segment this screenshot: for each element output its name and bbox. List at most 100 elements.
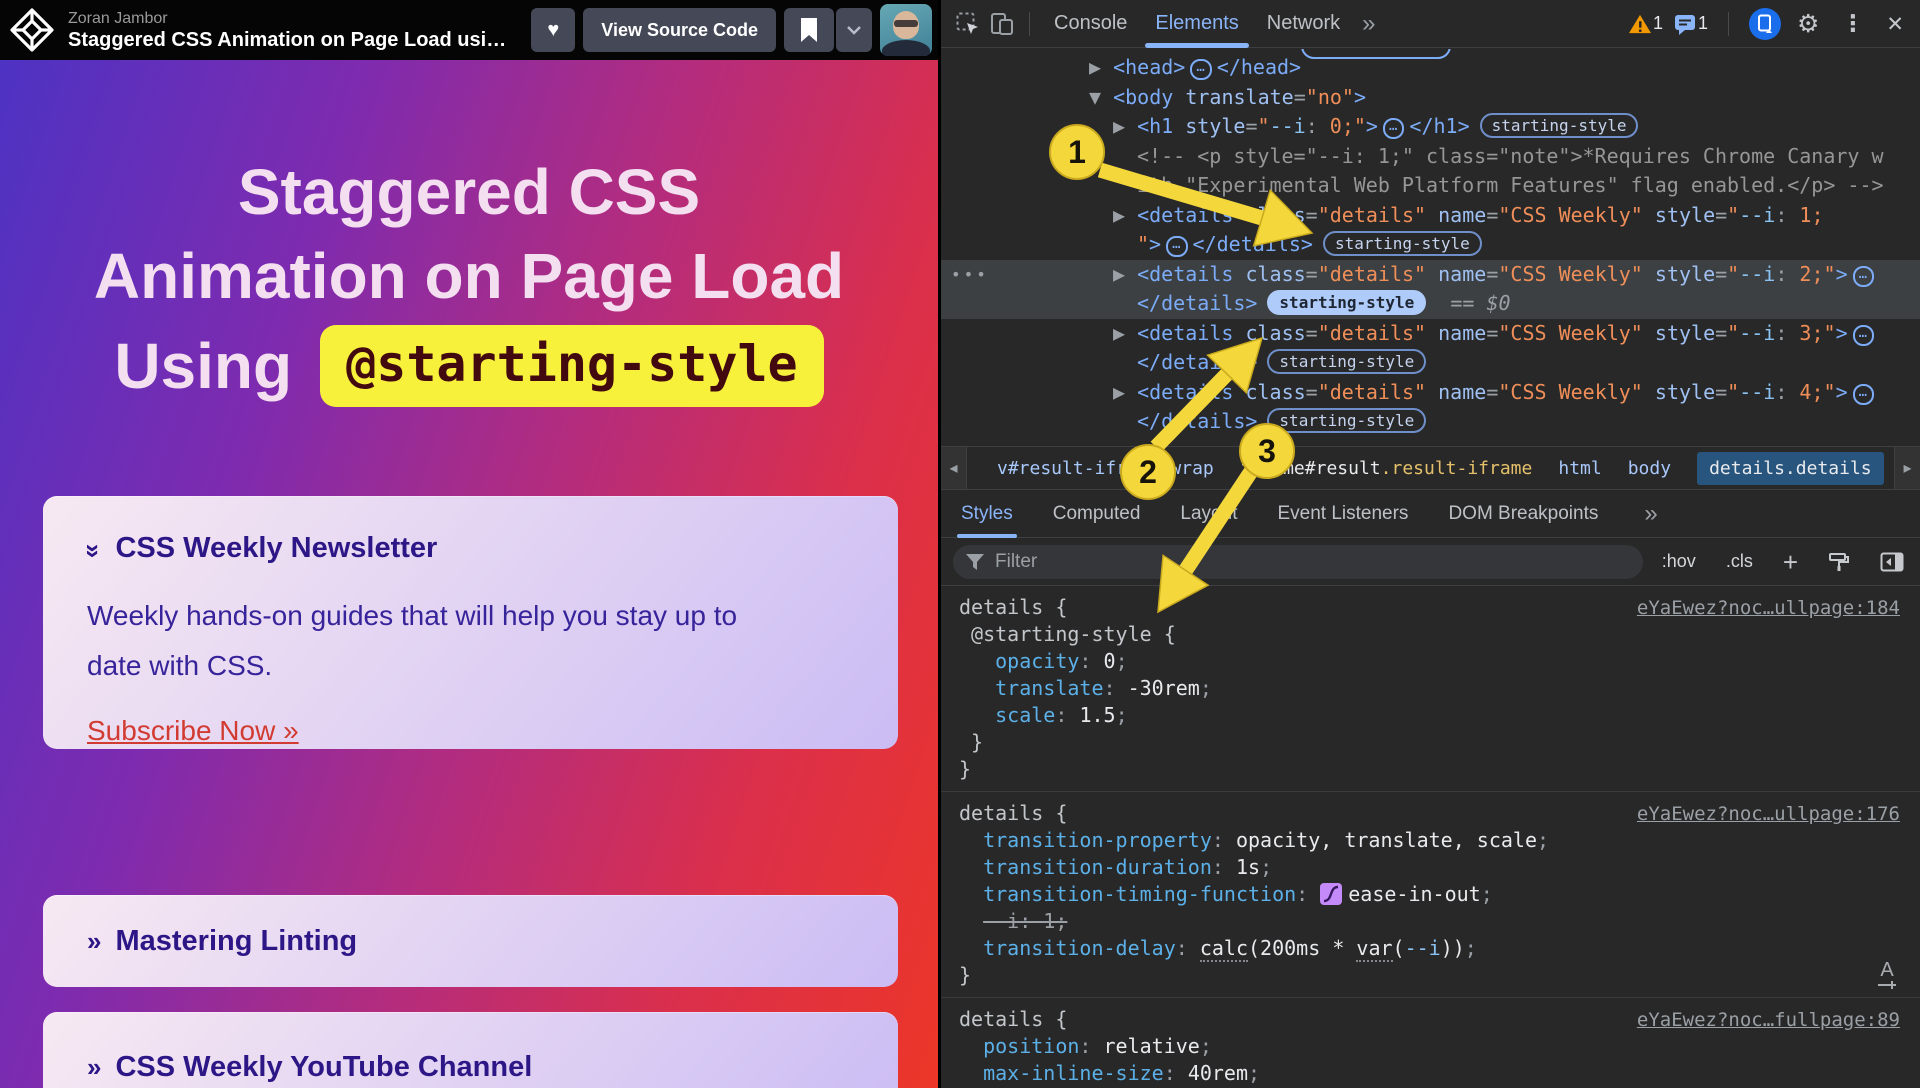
starting-style-badge[interactable]: starting-style [1267,408,1426,433]
dom-tree-line[interactable]: ▶ <h1 style="--i: 0;">…</h1>starting-sty… [941,112,1920,142]
dom-tree-line[interactable]: ">…</details>starting-style [941,230,1920,260]
expand-inline-icon[interactable]: … [1383,118,1404,139]
starting-style-code-chip: @starting-style [320,325,824,407]
breadcrumb-item[interactable]: details.details [1697,452,1884,485]
css-declaration-line[interactable]: transition-timing-function: ease-in-out; [959,881,1920,908]
expand-inline-icon[interactable]: … [1166,236,1187,257]
css-rule-block: details {eYaEwez?noc…fullpage:89 positio… [941,998,1920,1088]
toggle-class-button[interactable]: .cls [1720,550,1759,573]
expand-inline-icon[interactable]: … [1190,59,1211,80]
dom-tree-line[interactable]: </details>starting-style == $0 [941,289,1920,319]
like-button[interactable]: ♥ [531,8,575,52]
heart-icon: ♥ [547,19,559,42]
message-count: 1 [1698,13,1708,34]
starting-style-badge[interactable]: starting-style [1323,231,1482,256]
font-editor-icon[interactable]: A [1872,958,1902,987]
expand-inline-icon[interactable]: … [1853,325,1874,346]
kebab-menu-button[interactable]: ⋮ [1835,10,1870,38]
toggle-sidebar-button[interactable] [1874,551,1910,573]
css-declaration-line[interactable]: } [959,756,1920,783]
css-declaration-line[interactable]: transition-property: opacity, translate,… [959,827,1920,854]
toggle-hover-state-button[interactable]: :hov [1656,550,1702,573]
dom-tree-line[interactable]: ▶ <details class="details" name="CSS Wee… [941,319,1920,349]
row-options-icon[interactable]: ••• [951,265,989,284]
css-declaration-line[interactable]: scale: 1.5; [959,702,1920,729]
style-source-link[interactable]: eYaEwez?noc…ullpage:176 [1631,802,1906,826]
details-closed-marker-icon: » [87,1057,101,1077]
youtube-card[interactable]: » CSS Weekly YouTube Channel [43,1012,898,1088]
css-declaration-line[interactable]: @starting-style { [959,621,1920,648]
bookmark-dropdown-button[interactable] [836,8,872,52]
dom-tree-line[interactable]: ▶ <details class="details" name="CSS Wee… [941,201,1920,231]
extension-button[interactable] [1749,8,1781,40]
tab-event-listeners[interactable]: Event Listeners [1275,490,1410,538]
breadcrumb-item[interactable]: html [1558,458,1601,479]
subscribe-link[interactable]: Subscribe Now » [87,715,299,747]
breadcrumb-scroll-right-button[interactable]: ▸ [1894,447,1920,489]
pen-author[interactable]: Zoran Jambor [68,9,506,28]
css-declaration-line[interactable]: --i: 1; [959,908,1920,935]
newsletter-card-title: CSS Weekly Newsletter [115,532,437,565]
warnings-button[interactable]: 1 [1628,7,1663,41]
css-declaration-line[interactable]: position: relative; [959,1033,1920,1060]
rendering-button[interactable] [1822,550,1856,574]
dom-tree-line[interactable]: </details>starting-style [941,407,1920,437]
more-tabs-button[interactable]: » [1354,10,1383,38]
expand-inline-icon[interactable]: … [1853,384,1874,405]
css-declaration-line[interactable]: } [959,729,1920,756]
tab-layout[interactable]: Layout [1178,490,1239,538]
settings-button[interactable]: ⚙ [1791,8,1825,39]
pen-title[interactable]: Staggered CSS Animation on Page Load usi… [68,28,506,52]
tab-dom-breakpoints[interactable]: DOM Breakpoints [1446,490,1600,538]
bookmark-button[interactable] [784,8,834,52]
breadcrumb-item[interactable]: iframe#result.result-iframe [1240,458,1533,479]
inspect-icon [955,11,981,37]
starting-style-badge[interactable]: starting-style [1267,290,1426,315]
css-declaration-line[interactable]: transition-duration: 1s; [959,854,1920,881]
dom-tree-line[interactable]: ith "Experimental Web Platform Features"… [941,171,1920,201]
inspect-element-button[interactable] [951,7,985,41]
styles-filter-input[interactable]: Filter [953,545,1643,579]
tab-console[interactable]: Console [1040,0,1141,47]
messages-button[interactable]: 1 [1673,7,1708,41]
breadcrumb-scroll-left-button[interactable]: ◂ [941,447,967,489]
tab-computed[interactable]: Computed [1051,490,1143,538]
css-declaration-line[interactable]: max-inline-size: 40rem; [959,1060,1920,1087]
bezier-editor-icon[interactable] [1320,883,1342,912]
pen-header: Zoran Jambor Staggered CSS Animation on … [0,0,938,60]
view-source-button[interactable]: View Source Code [583,8,776,52]
dom-tree-line[interactable]: </details>starting-style [941,348,1920,378]
css-declaration-line[interactable]: } [959,962,1920,989]
tab-styles[interactable]: Styles [959,490,1015,538]
dom-tree-line[interactable]: <!-- <p style="--i: 1;" class="note">*Re… [941,142,1920,172]
expand-inline-icon[interactable]: … [1853,266,1874,287]
dom-tree-line[interactable]: ▶ <details class="details" name="CSS Wee… [941,260,1920,290]
linting-card[interactable]: » Mastering Linting [43,895,898,987]
tab-network[interactable]: Network [1253,0,1354,47]
styles-tab-bar: Styles Computed Layout Event Listeners D… [941,490,1920,538]
close-devtools-button[interactable]: ✕ [1880,11,1910,37]
css-declaration-line[interactable]: opacity: 0; [959,648,1920,675]
breadcrumb-item[interactable]: v#result-iframe-wrap [997,458,1214,479]
starting-style-badge[interactable]: starting-style [1267,349,1426,374]
starting-style-badge[interactable]: starting-style [1480,113,1639,138]
device-toolbar-button[interactable] [985,7,1019,41]
breadcrumb-item[interactable]: body [1628,458,1671,479]
newsletter-card-summary[interactable]: » CSS Weekly Newsletter [87,532,854,565]
more-panel-tabs-button[interactable]: » [1636,500,1665,528]
css-declaration-line[interactable]: translate: -30rem; [959,675,1920,702]
codepen-logo-icon[interactable] [10,8,54,52]
newsletter-card[interactable]: » CSS Weekly Newsletter Weekly hands-on … [43,496,898,749]
dom-tree-line[interactable]: ▼ <body translate="no"> [941,83,1920,113]
tab-elements[interactable]: Elements [1141,0,1252,47]
new-style-rule-button[interactable]: + [1777,551,1804,573]
newsletter-card-body: Weekly hands-on guides that will help yo… [87,591,747,691]
dom-tree-line[interactable]: ▶ <details class="details" name="CSS Wee… [941,378,1920,408]
bookmark-icon [799,17,819,43]
avatar[interactable] [880,4,932,56]
style-source-link[interactable]: eYaEwez?noc…ullpage:184 [1631,596,1906,620]
css-declaration-line[interactable]: transition-delay: calc(200ms * var(--i))… [959,935,1920,962]
style-source-link[interactable]: eYaEwez?noc…fullpage:89 [1631,1008,1906,1032]
hero-line2: Animation on Page Load [0,234,938,318]
message-icon [1673,12,1697,36]
